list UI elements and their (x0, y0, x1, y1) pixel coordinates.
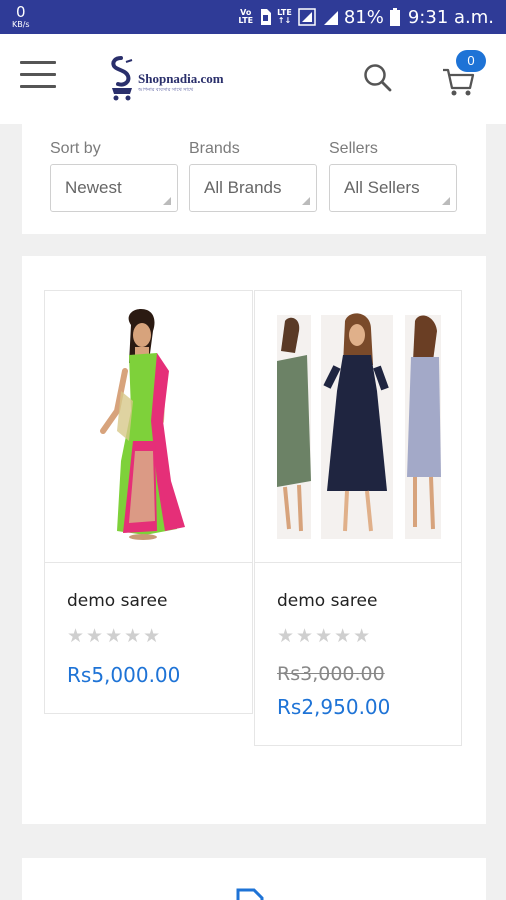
product-old-price: Rs3,000.00 (277, 663, 385, 685)
battery-icon (389, 8, 400, 26)
product-name[interactable]: demo saree (67, 591, 167, 611)
sort-label: Sort by (50, 140, 101, 157)
logo-cart-icon (111, 56, 133, 101)
product-image[interactable] (255, 291, 461, 563)
logo-text: Shopnadia.com (138, 71, 224, 86)
signal-box-icon (298, 8, 316, 26)
sort-filter: Sort by Newest (50, 140, 178, 212)
sellers-select[interactable]: All Sellers (329, 164, 457, 212)
sellers-value: All Sellers (344, 178, 420, 197)
menu-icon[interactable] (20, 61, 56, 89)
bottom-panel (22, 858, 486, 900)
product-card[interactable]: demo saree ★★★★★ Rs3,000.00 Rs2,950.00 (254, 290, 462, 746)
battery-percent: 81% (343, 6, 384, 28)
product-price: Rs2,950.00 (277, 695, 391, 719)
brands-label: Brands (189, 140, 240, 157)
brands-filter: Brands All Brands (189, 140, 317, 212)
filter-panel: Sort by Newest Brands All Brands Sellers… (22, 124, 486, 234)
network-speed-value: 0 (16, 3, 26, 21)
dropdown-corner-icon (442, 197, 450, 205)
signal-icon (323, 11, 338, 25)
status-icons: Vo LTE LTE ↑↓ 81% 9:31 a.m. (238, 0, 494, 34)
app-header: Shopnadia.com আপনার ব্যবসার সাথে সাথে 0 (0, 34, 506, 124)
dropdown-corner-icon (302, 197, 310, 205)
product-price: Rs5,000.00 (67, 663, 181, 687)
saree-image (100, 309, 185, 540)
rating-stars: ★★★★★ (277, 625, 373, 647)
product-card[interactable]: demo saree ★★★★★ Rs5,000.00 (44, 290, 253, 714)
rating-stars: ★★★★★ (67, 625, 163, 647)
document-icon[interactable] (236, 888, 266, 900)
product-name[interactable]: demo saree (277, 591, 377, 611)
sort-select[interactable]: Newest (50, 164, 178, 212)
sellers-filter: Sellers All Sellers (329, 140, 457, 212)
sellers-label: Sellers (329, 140, 378, 157)
cart-count-badge: 0 (456, 50, 486, 72)
brands-select[interactable]: All Brands (189, 164, 317, 212)
product-image[interactable] (45, 291, 252, 563)
sim-icon (261, 9, 272, 25)
lte-icon: LTE ↑↓ (277, 8, 292, 25)
dresses-image (277, 313, 441, 539)
clock: 9:31 a.m. (407, 6, 494, 28)
dropdown-corner-icon (163, 197, 171, 205)
network-speed-unit: KB/s (12, 20, 30, 29)
network-speed: 0 KB/s (12, 5, 30, 29)
sort-value: Newest (65, 178, 122, 197)
logo-tagline: আপনার ব্যবসার সাথে সাথে (138, 87, 194, 93)
search-icon[interactable] (362, 62, 394, 94)
product-grid: demo saree ★★★★★ Rs5,000.00 demo saree ★… (22, 256, 486, 824)
status-bar: 0 KB/s Vo LTE LTE ↑↓ 81% 9:31 a.m. (0, 0, 506, 34)
logo[interactable]: Shopnadia.com আপনার ব্যবসার সাথে সাথে (108, 54, 238, 102)
brands-value: All Brands (204, 178, 282, 197)
volte-icon: Vo LTE (238, 8, 254, 25)
